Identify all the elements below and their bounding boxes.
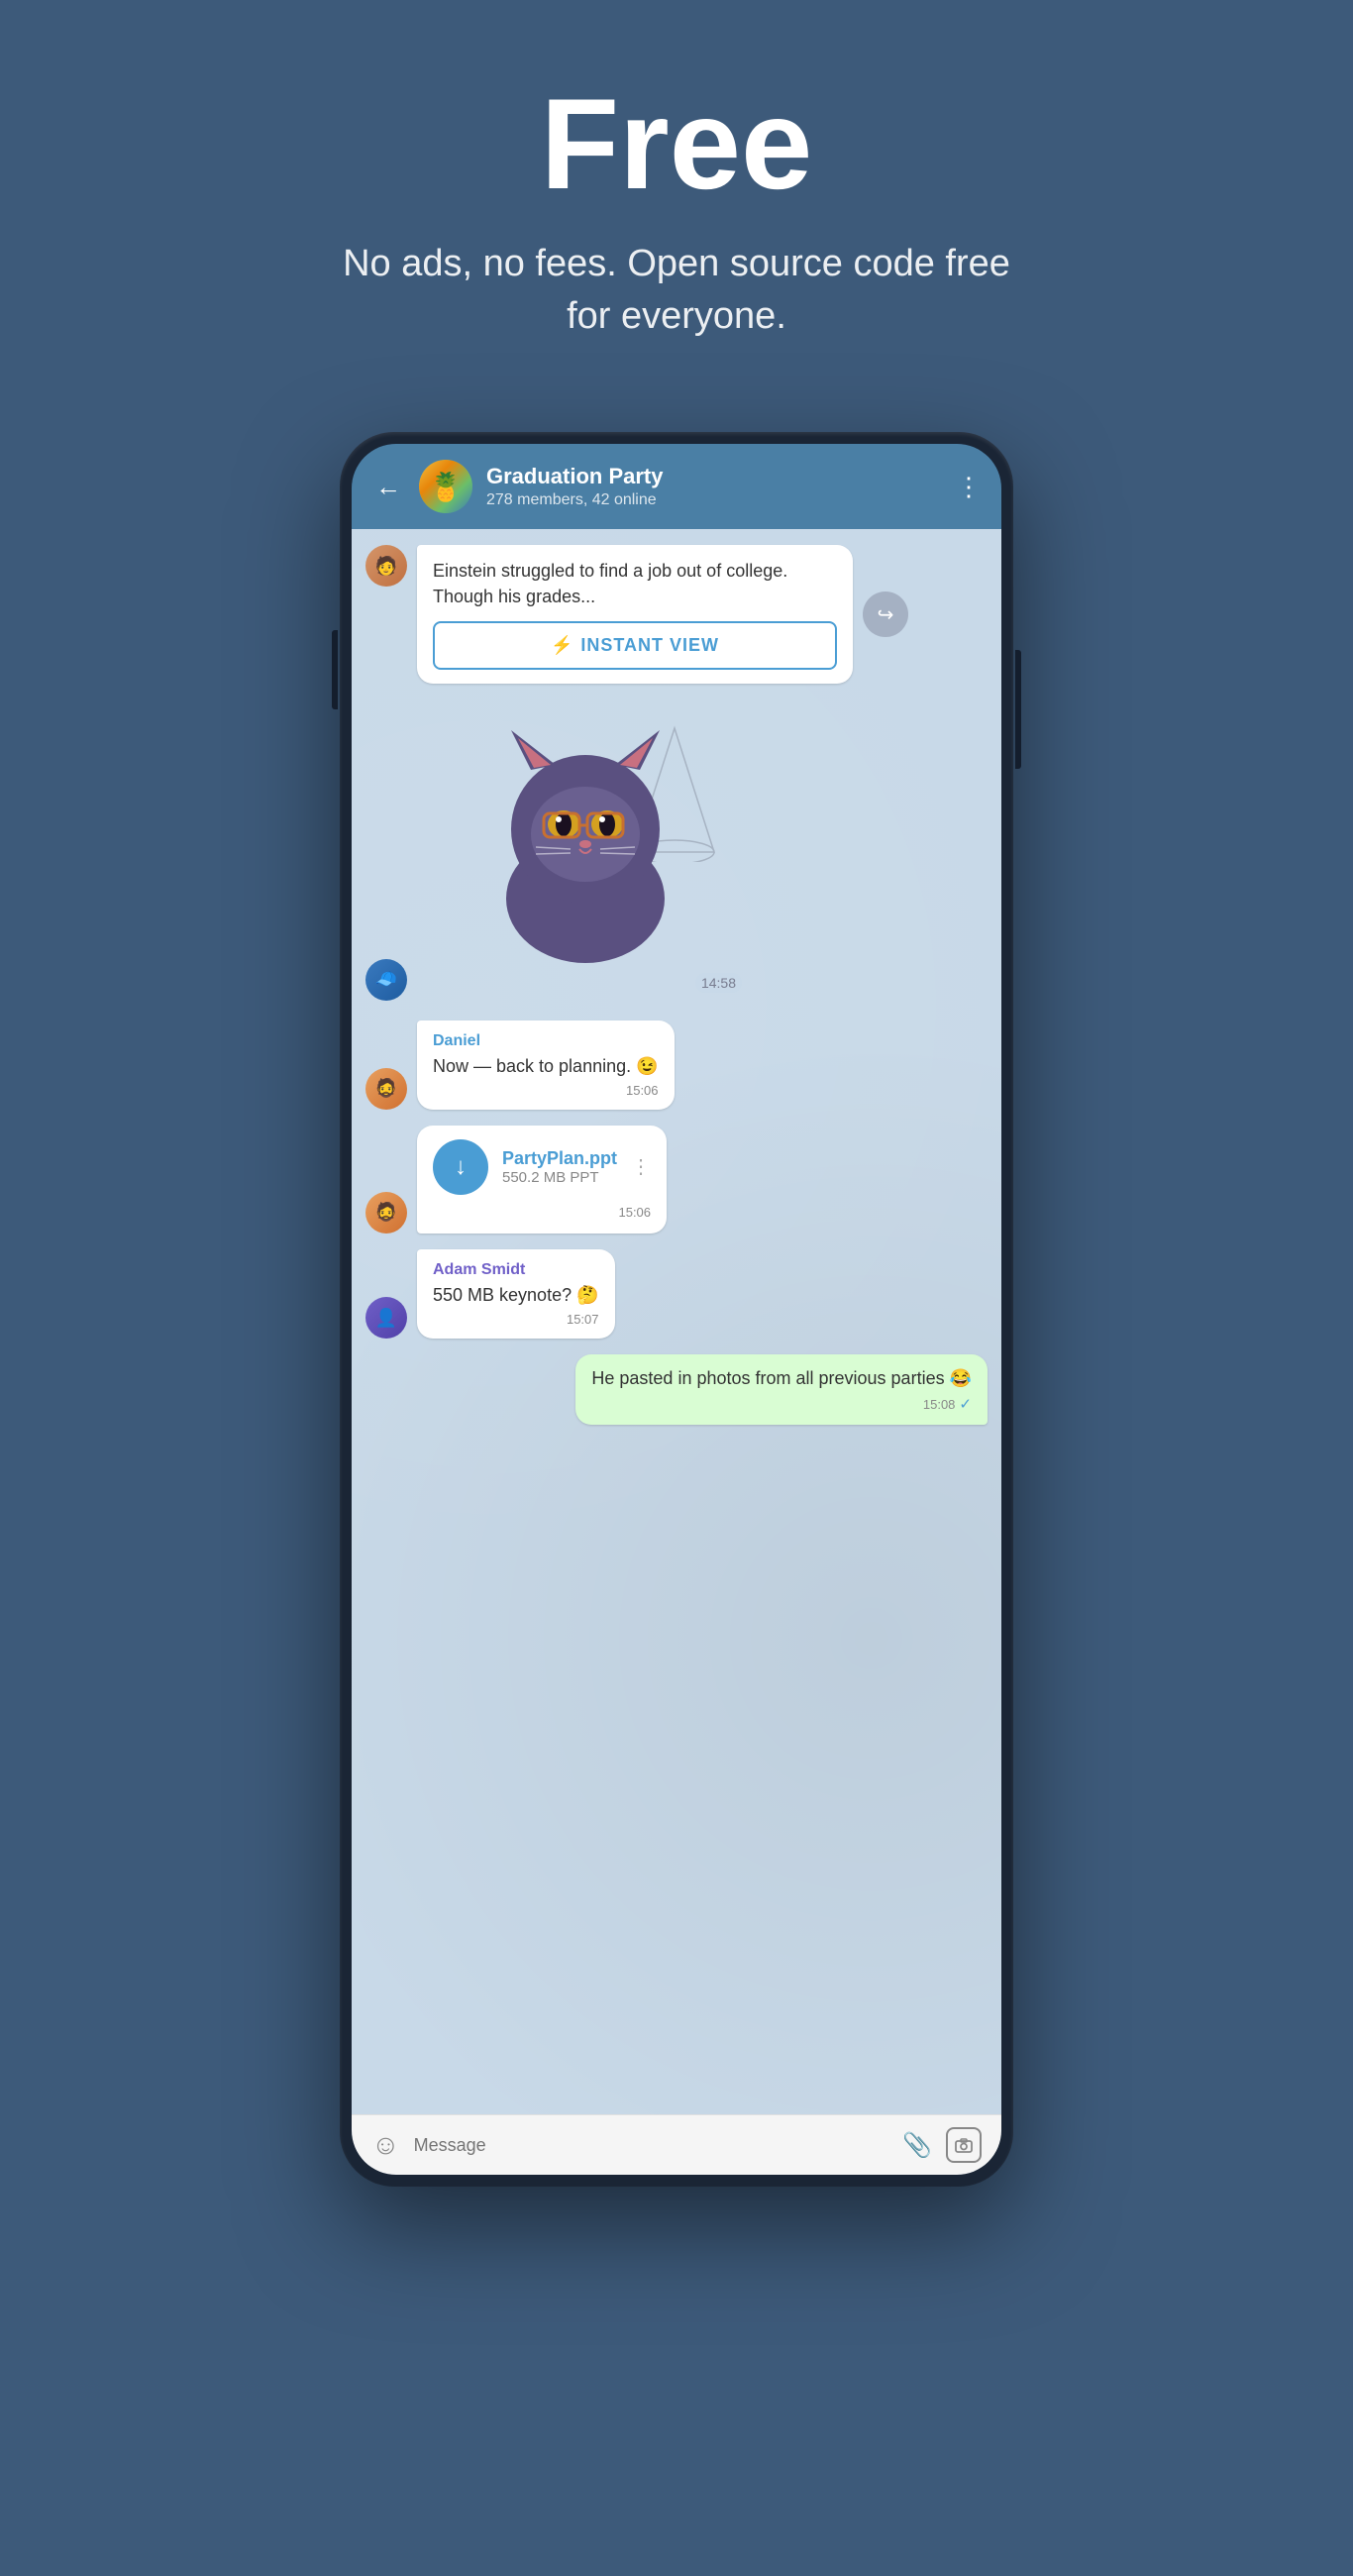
outgoing-time: 15:08 <box>923 1397 956 1412</box>
daniel-bubble: Daniel Now — back to planning. 😉 15:06 <box>417 1020 675 1110</box>
outgoing-message-row: He pasted in photos from all previous pa… <box>365 1354 988 1425</box>
file-sender-avatar: 🧔 <box>365 1192 407 1234</box>
emoji-button[interactable]: ☺ <box>371 2129 400 2161</box>
adam-time: 15:07 <box>567 1312 599 1327</box>
sticker-content: l = πr A = πr² V = l³ P = 2πr A = πr² s … <box>417 703 754 1001</box>
hero-title: Free <box>20 79 1333 208</box>
phone-outer: ← 🍍 Graduation Party 278 members, 42 onl… <box>340 432 1013 2187</box>
daniel-text: Now — back to planning. 😉 <box>433 1054 659 1079</box>
article-bubble: Einstein struggled to find a job out of … <box>417 545 853 683</box>
file-bubble: ↓ PartyPlan.ppt 550.2 MB PPT ⋮ 15:06 <box>417 1126 667 1234</box>
sticker-user-avatar: 🧢 <box>365 959 407 1001</box>
file-options-icon[interactable]: ⋮ <box>631 1154 651 1179</box>
group-avatar: 🍍 <box>419 460 472 513</box>
daniel-time: 15:06 <box>626 1083 659 1098</box>
adam-bubble: Adam Smidt 550 MB keynote? 🤔 15:07 <box>417 1249 615 1339</box>
article-text: Einstein struggled to find a job out of … <box>433 559 837 608</box>
cat-sticker <box>476 710 694 968</box>
phone-inner: ← 🍍 Graduation Party 278 members, 42 onl… <box>352 444 1001 2175</box>
phone-wrapper: ← 🍍 Graduation Party 278 members, 42 onl… <box>340 432 1013 2187</box>
forward-button[interactable]: ↪ <box>863 591 908 637</box>
daniel-avatar: 🧔 <box>365 1068 407 1110</box>
sticker-row: 🧢 l = πr A = πr² V = l³ P = 2πr A = πr² … <box>365 703 988 1001</box>
sticker-timestamp: 14:58 <box>695 973 742 993</box>
group-meta: 278 members, 42 online <box>486 491 942 509</box>
file-download-icon[interactable]: ↓ <box>433 1139 488 1195</box>
more-icon[interactable]: ⋮ <box>956 472 982 502</box>
hero-section: Free No ads, no fees. Open source code f… <box>0 0 1353 402</box>
file-time: 15:06 <box>618 1205 651 1220</box>
file-size: 550.2 MB PPT <box>502 1169 617 1186</box>
outgoing-check: ✓ <box>959 1395 972 1413</box>
article-sender-avatar: 🧑 <box>365 545 407 587</box>
file-info: PartyPlan.ppt 550.2 MB PPT <box>502 1148 617 1186</box>
back-button[interactable]: ← <box>371 468 405 506</box>
adam-avatar: 👤 <box>365 1297 407 1339</box>
input-bar: ☺ 📎 <box>352 2114 1001 2175</box>
adam-sender: Adam Smidt <box>433 1261 599 1279</box>
adam-text: 550 MB keynote? 🤔 <box>433 1283 599 1308</box>
file-name: PartyPlan.ppt <box>502 1148 617 1169</box>
chat-header: ← 🍍 Graduation Party 278 members, 42 onl… <box>352 444 1001 529</box>
adam-message-row: 👤 Adam Smidt 550 MB keynote? 🤔 15:07 <box>365 1249 988 1339</box>
outgoing-bubble: He pasted in photos from all previous pa… <box>575 1354 988 1425</box>
group-name: Graduation Party <box>486 464 942 489</box>
camera-button[interactable] <box>946 2127 982 2163</box>
hero-subtitle: No ads, no fees. Open source code free f… <box>330 238 1023 343</box>
chat-info: Graduation Party 278 members, 42 online <box>486 464 942 509</box>
instant-view-button[interactable]: ⚡ INSTANT VIEW <box>433 621 837 670</box>
daniel-sender: Daniel <box>433 1032 659 1050</box>
file-message-row: 🧔 ↓ PartyPlan.ppt 550.2 MB PPT ⋮ 15:06 <box>365 1126 988 1234</box>
daniel-message-row: 🧔 Daniel Now — back to planning. 😉 15:06 <box>365 1020 988 1110</box>
outgoing-text: He pasted in photos from all previous pa… <box>591 1366 972 1391</box>
article-message-row: 🧑 Einstein struggled to find a job out o… <box>365 545 988 683</box>
message-input[interactable] <box>414 2135 889 2156</box>
instant-view-icon: ⚡ <box>551 635 572 656</box>
instant-view-label: INSTANT VIEW <box>580 635 719 656</box>
attach-button[interactable]: 📎 <box>902 2131 932 2160</box>
chat-body: 🧑 Einstein struggled to find a job out o… <box>352 529 1001 2114</box>
